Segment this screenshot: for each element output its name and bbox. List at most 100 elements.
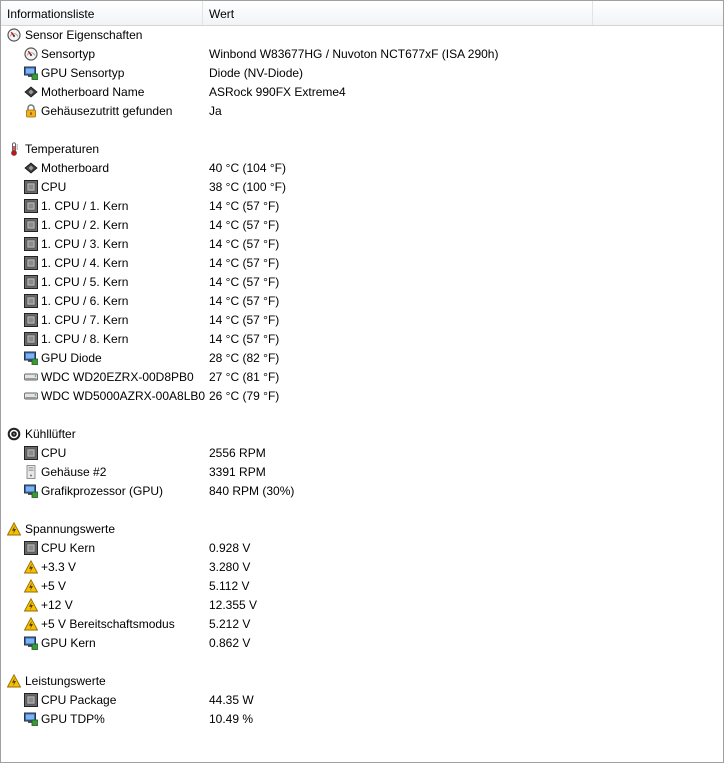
cpu-chip-icon bbox=[24, 180, 38, 194]
item-label: 1. CPU / 7. Kern bbox=[41, 313, 129, 327]
gpu-monitor-icon bbox=[24, 351, 38, 365]
list-item[interactable]: 1. CPU / 2. Kern 14 °C (57 °F) bbox=[1, 216, 723, 235]
list-item[interactable]: GPU TDP% 10.49 % bbox=[1, 710, 723, 729]
warning-voltage-icon bbox=[24, 617, 38, 631]
list-item[interactable]: CPU Kern 0.928 V bbox=[1, 539, 723, 558]
item-value: 26 °C (79 °F) bbox=[209, 389, 280, 403]
item-value: 3391 RPM bbox=[209, 465, 266, 479]
cpu-chip-icon bbox=[24, 218, 38, 232]
fan-icon bbox=[7, 427, 21, 441]
item-label: CPU Kern bbox=[41, 541, 96, 555]
item-label: +5 V bbox=[41, 579, 67, 593]
item-value: 0.862 V bbox=[209, 636, 251, 650]
list-item[interactable]: WDC WD5000AZRX-00A8LB0 26 °C (79 °F) bbox=[1, 387, 723, 406]
item-value: 44.35 W bbox=[209, 693, 254, 707]
group-row[interactable]: Temperaturen bbox=[1, 140, 723, 159]
item-value: 0.928 V bbox=[209, 541, 251, 555]
list-item[interactable]: Motherboard Name ASRock 990FX Extreme4 bbox=[1, 83, 723, 102]
list-item[interactable]: 1. CPU / 4. Kern 14 °C (57 °F) bbox=[1, 254, 723, 273]
item-label: Gehäuse #2 bbox=[41, 465, 107, 479]
hard-drive-icon bbox=[24, 389, 38, 403]
item-label: CPU bbox=[41, 180, 67, 194]
group-row[interactable]: Kühllüfter bbox=[1, 425, 723, 444]
list-item[interactable]: CPU 38 °C (100 °F) bbox=[1, 178, 723, 197]
motherboard-icon bbox=[24, 85, 38, 99]
list-item[interactable]: 1. CPU / 6. Kern 14 °C (57 °F) bbox=[1, 292, 723, 311]
motherboard-icon bbox=[24, 161, 38, 175]
list-item[interactable]: GPU Sensortyp Diode (NV-Diode) bbox=[1, 64, 723, 83]
cpu-chip-icon bbox=[24, 237, 38, 251]
list-item[interactable]: 1. CPU / 7. Kern 14 °C (57 °F) bbox=[1, 311, 723, 330]
item-value: 5.112 V bbox=[209, 579, 250, 593]
warning-voltage-icon bbox=[24, 560, 38, 574]
list-item[interactable]: Sensortyp Winbond W83677HG / Nuvoton NCT6… bbox=[1, 45, 723, 64]
group-row[interactable]: Sensor Eigenschaften bbox=[1, 26, 723, 45]
group-label: Sensor Eigenschaften bbox=[25, 28, 143, 42]
list-item[interactable]: +3.3 V 3.280 V bbox=[1, 558, 723, 577]
item-value: 27 °C (81 °F) bbox=[209, 370, 280, 384]
list-item[interactable]: CPU Package 44.35 W bbox=[1, 691, 723, 710]
group-row[interactable]: Spannungswerte bbox=[1, 520, 723, 539]
gauge-icon bbox=[7, 28, 21, 42]
item-label: CPU Package bbox=[41, 693, 117, 707]
list-item[interactable]: Gehäusezutritt gefunden Ja bbox=[1, 102, 723, 121]
item-value: 10.49 % bbox=[209, 712, 254, 726]
item-label: 1. CPU / 4. Kern bbox=[41, 256, 129, 270]
list-item[interactable]: 1. CPU / 3. Kern 14 °C (57 °F) bbox=[1, 235, 723, 254]
item-label: GPU TDP% bbox=[41, 712, 105, 726]
item-label: +12 V bbox=[41, 598, 73, 612]
gpu-monitor-icon bbox=[24, 712, 38, 726]
item-label: 1. CPU / 2. Kern bbox=[41, 218, 129, 232]
column-header-value[interactable]: Wert bbox=[203, 1, 593, 25]
sensor-rows: Sensor Eigenschaften Sensortyp Winbond W83… bbox=[1, 26, 723, 729]
list-item[interactable]: CPU 2556 RPM bbox=[1, 444, 723, 463]
sensor-list-view[interactable]: Informationsliste Wert Sensor Eigenschaf… bbox=[0, 0, 724, 763]
list-item[interactable]: 1. CPU / 8. Kern 14 °C (57 °F) bbox=[1, 330, 723, 349]
item-value: 12.355 V bbox=[209, 598, 258, 612]
lock-icon bbox=[24, 104, 38, 118]
item-value: 5.212 V bbox=[209, 617, 251, 631]
item-label: Motherboard Name bbox=[41, 85, 145, 99]
list-item[interactable]: 1. CPU / 5. Kern 14 °C (57 °F) bbox=[1, 273, 723, 292]
cpu-chip-icon bbox=[24, 199, 38, 213]
group-label: Spannungswerte bbox=[25, 522, 116, 536]
item-label: Motherboard bbox=[41, 161, 110, 175]
list-item[interactable]: WDC WD20EZRX-00D8PB0 27 °C (81 °F) bbox=[1, 368, 723, 387]
cpu-chip-icon bbox=[24, 256, 38, 270]
item-label: 1. CPU / 6. Kern bbox=[41, 294, 129, 308]
item-value: ASRock 990FX Extreme4 bbox=[209, 85, 346, 99]
warning-voltage-icon bbox=[24, 598, 38, 612]
column-header-name[interactable]: Informationsliste bbox=[1, 1, 203, 25]
cpu-chip-icon bbox=[24, 332, 38, 346]
list-item[interactable]: GPU Kern 0.862 V bbox=[1, 634, 723, 653]
group-label: Kühllüfter bbox=[25, 427, 76, 441]
list-item[interactable]: GPU Diode 28 °C (82 °F) bbox=[1, 349, 723, 368]
item-label: GPU Kern bbox=[41, 636, 96, 650]
item-label: WDC WD20EZRX-00D8PB0 bbox=[41, 370, 194, 384]
item-value: 38 °C (100 °F) bbox=[209, 180, 286, 194]
item-value: 840 RPM (30%) bbox=[209, 484, 295, 498]
item-value: 14 °C (57 °F) bbox=[209, 218, 280, 232]
list-item[interactable]: Motherboard 40 °C (104 °F) bbox=[1, 159, 723, 178]
group-row[interactable]: Leistungswerte bbox=[1, 672, 723, 691]
item-label: 1. CPU / 3. Kern bbox=[41, 237, 129, 251]
gpu-monitor-icon bbox=[24, 636, 38, 650]
gauge-icon bbox=[24, 47, 38, 61]
item-value: 3.280 V bbox=[209, 560, 251, 574]
item-label: WDC WD5000AZRX-00A8LB0 bbox=[41, 389, 206, 403]
item-label: CPU bbox=[41, 446, 67, 460]
cpu-chip-icon bbox=[24, 294, 38, 308]
list-item[interactable]: 1. CPU / 1. Kern 14 °C (57 °F) bbox=[1, 197, 723, 216]
list-item[interactable]: +5 V Bereitschaftsmodus 5.212 V bbox=[1, 615, 723, 634]
item-value: 40 °C (104 °F) bbox=[209, 161, 286, 175]
item-value: 14 °C (57 °F) bbox=[209, 332, 280, 346]
list-item[interactable]: +5 V 5.112 V bbox=[1, 577, 723, 596]
item-label: 1. CPU / 8. Kern bbox=[41, 332, 129, 346]
list-item[interactable]: Grafikprozessor (GPU) 840 RPM (30%) bbox=[1, 482, 723, 501]
gpu-monitor-icon bbox=[24, 66, 38, 80]
list-item[interactable]: +12 V 12.355 V bbox=[1, 596, 723, 615]
list-item[interactable]: Gehäuse #2 3391 RPM bbox=[1, 463, 723, 482]
thermometer-icon bbox=[7, 142, 21, 156]
item-label: +5 V Bereitschaftsmodus bbox=[41, 617, 175, 631]
